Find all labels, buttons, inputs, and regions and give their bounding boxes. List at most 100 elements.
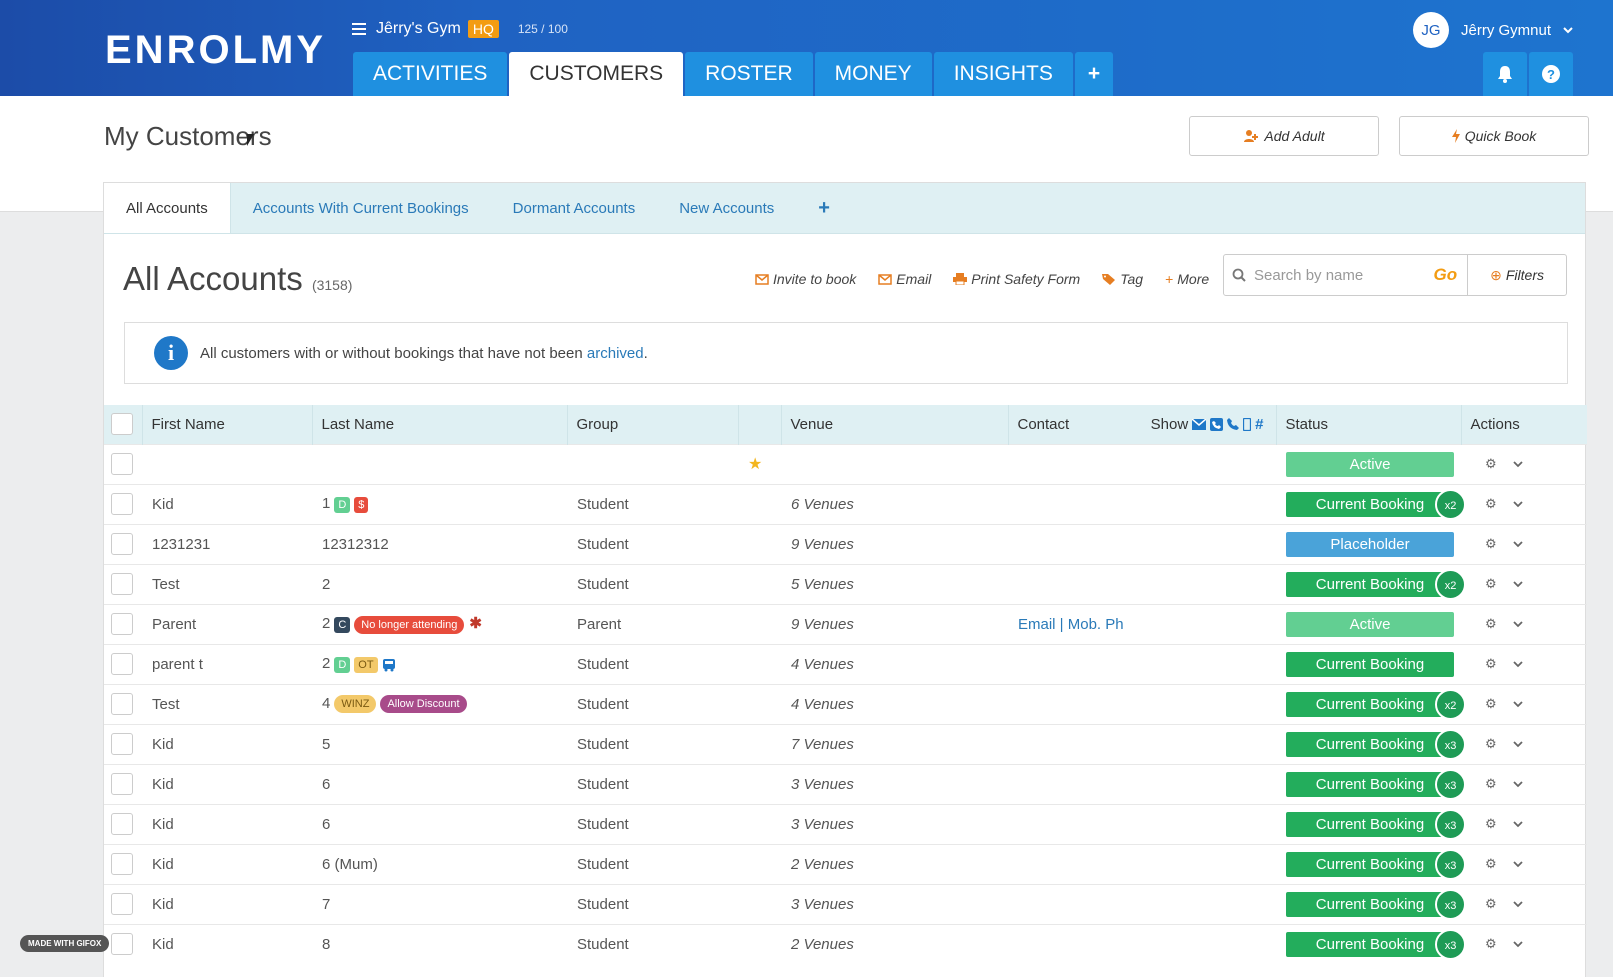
gear-icon[interactable]: ⚙ xyxy=(1485,656,1497,672)
table-row[interactable]: Kid 1 D $ Student 6 Venues Current Booking x2 ⚙ xyxy=(104,483,1587,524)
booking-count-badge[interactable]: x3 xyxy=(1435,888,1466,920)
status-badge[interactable]: Active xyxy=(1286,611,1454,637)
table-row[interactable]: Kid 8 Student 2 Venues Current Booking x3 ⚙ xyxy=(104,923,1587,964)
search-go-button[interactable]: Go xyxy=(1424,265,1468,285)
row-checkbox[interactable] xyxy=(111,853,133,875)
tag-badge-d[interactable]: D xyxy=(334,656,351,673)
chevron-down-icon[interactable] xyxy=(1513,500,1523,508)
table-row[interactable]: Test 2 Student 5 Venues Current Booking x2 ⚙ xyxy=(104,563,1587,604)
table-row[interactable]: Test 4 WINZ Allow Discount Student 4 Venues Cu… xyxy=(104,683,1587,724)
chevron-down-icon[interactable] xyxy=(1513,820,1523,828)
envelope-icon[interactable] xyxy=(1192,418,1207,430)
status-badge[interactable]: Current Booking x3 xyxy=(1286,928,1466,960)
status-badge[interactable]: Current Booking x3 xyxy=(1286,728,1466,760)
tab-all-accounts[interactable]: All Accounts xyxy=(104,183,231,233)
org-name[interactable]: Jêrry's Gym xyxy=(376,20,461,38)
first-name-cell[interactable]: Test xyxy=(142,563,312,604)
booking-count-badge[interactable]: x2 xyxy=(1435,488,1466,520)
chevron-down-icon[interactable] xyxy=(1513,780,1523,788)
status-badge[interactable]: Current Booking x3 xyxy=(1286,848,1466,880)
last-name-cell[interactable]: 6 xyxy=(312,803,567,844)
row-checkbox[interactable] xyxy=(111,533,133,555)
gear-icon[interactable]: ⚙ xyxy=(1485,616,1497,632)
last-name-cell[interactable]: 1 D $ xyxy=(312,483,567,524)
status-badge[interactable]: Current Booking x3 xyxy=(1286,808,1466,840)
booking-count-badge[interactable]: x2 xyxy=(1435,568,1466,600)
first-name-cell[interactable]: Parent xyxy=(142,603,312,644)
nav-tab-customers[interactable]: CUSTOMERS xyxy=(509,52,684,96)
status-badge[interactable]: Current Booking x2 xyxy=(1286,488,1466,520)
first-name-header[interactable]: First Name xyxy=(142,405,313,444)
menu-icon[interactable] xyxy=(352,23,366,35)
table-row[interactable]: Kid 6 (Mum) Student 2 Venues Current Booking… xyxy=(104,843,1587,884)
chevron-down-icon[interactable] xyxy=(1513,740,1523,748)
chevron-down-icon[interactable] xyxy=(1513,700,1523,708)
add-tab-button[interactable]: + xyxy=(796,183,852,233)
last-name-cell[interactable]: 2 C No longer attending ✱ xyxy=(312,603,567,644)
status-badge[interactable]: Active xyxy=(1286,451,1454,477)
tag-badge-dollar[interactable]: $ xyxy=(354,496,369,513)
tag-badge-allow-discount[interactable]: Allow Discount xyxy=(380,695,467,714)
archived-link[interactable]: archived xyxy=(587,345,644,362)
tag-badge-ot[interactable]: OT xyxy=(354,656,378,673)
last-name-cell[interactable]: 8 xyxy=(312,923,567,964)
status-badge[interactable]: Current Booking x3 xyxy=(1286,888,1466,920)
booking-count-badge[interactable]: x3 xyxy=(1435,928,1466,960)
quick-book-button[interactable]: Quick Book xyxy=(1399,116,1589,156)
last-name-cell[interactable]: 6 xyxy=(312,763,567,804)
tag-button[interactable]: Tag xyxy=(1102,271,1143,287)
gear-icon[interactable]: ⚙ xyxy=(1485,576,1497,592)
more-button[interactable]: + More xyxy=(1165,271,1209,287)
gear-icon[interactable]: ⚙ xyxy=(1485,816,1497,832)
table-row[interactable]: ★ Active ⚙ xyxy=(104,443,1587,484)
nav-tab-roster[interactable]: ROSTER xyxy=(685,52,813,96)
chevron-down-icon[interactable] xyxy=(1513,460,1523,468)
email-button[interactable]: Email xyxy=(878,271,931,287)
first-name-cell[interactable]: parent t xyxy=(142,643,312,684)
table-row[interactable]: parent t 2 D OT Student 4 Venues Current Booki… xyxy=(104,643,1587,684)
chevron-down-icon[interactable] xyxy=(1513,860,1523,868)
row-checkbox[interactable] xyxy=(111,653,133,675)
user-menu[interactable]: JG Jêrry Gymnut xyxy=(1412,12,1573,48)
status-badge[interactable]: Current Booking x3 xyxy=(1286,768,1466,800)
first-name-cell[interactable]: Kid xyxy=(142,483,312,524)
hash-icon[interactable]: # xyxy=(1255,416,1263,433)
table-row[interactable]: Kid 5 Student 7 Venues Current Booking x3 ⚙ xyxy=(104,723,1587,764)
gear-icon[interactable]: ⚙ xyxy=(1485,496,1497,512)
first-name-cell[interactable]: Kid xyxy=(142,923,312,964)
tab-new-accounts[interactable]: New Accounts xyxy=(657,183,796,233)
row-checkbox[interactable] xyxy=(111,453,133,475)
chevron-down-icon[interactable] xyxy=(1513,900,1523,908)
last-name-cell[interactable]: 12312312 xyxy=(312,523,567,564)
tab-current-bookings[interactable]: Accounts With Current Bookings xyxy=(231,183,491,233)
table-row[interactable]: Kid 6 Student 3 Venues Current Booking x3 ⚙ xyxy=(104,763,1587,804)
search-input[interactable]: Search by name xyxy=(1254,267,1424,284)
nav-tab-activities[interactable]: ACTIVITIES xyxy=(353,52,508,96)
first-name-cell[interactable]: Kid xyxy=(142,723,312,764)
contact-header-label[interactable]: Contact xyxy=(1018,416,1070,433)
contact-cell[interactable]: Email | Mob. Ph xyxy=(1008,603,1276,644)
gear-icon[interactable]: ⚙ xyxy=(1485,776,1497,792)
chevron-down-icon[interactable] xyxy=(1513,940,1523,948)
booking-count-badge[interactable]: x3 xyxy=(1435,808,1466,840)
last-name-cell[interactable] xyxy=(312,443,567,484)
user-name[interactable]: Jêrry Gymnut xyxy=(1461,22,1551,39)
last-name-cell[interactable]: 2 xyxy=(312,563,567,604)
gear-icon[interactable]: ⚙ xyxy=(1485,696,1497,712)
gear-icon[interactable]: ⚙ xyxy=(1485,856,1497,872)
booking-count-badge[interactable]: x2 xyxy=(1435,688,1466,720)
first-name-cell[interactable]: Kid xyxy=(142,803,312,844)
last-name-header[interactable]: Last Name xyxy=(312,405,568,444)
chevron-down-icon[interactable] xyxy=(1513,620,1523,628)
table-row[interactable]: 1231231 12312312 Student 9 Venues Placeholde… xyxy=(104,523,1587,564)
last-name-cell[interactable]: 6 (Mum) xyxy=(312,843,567,884)
row-checkbox[interactable] xyxy=(111,493,133,515)
first-name-cell[interactable] xyxy=(142,443,312,484)
gear-icon[interactable]: ⚙ xyxy=(1485,456,1497,472)
chevron-down-icon[interactable] xyxy=(1513,660,1523,668)
status-badge[interactable]: Current Booking x2 xyxy=(1286,568,1466,600)
row-checkbox[interactable] xyxy=(111,573,133,595)
org-switcher[interactable]: Jêrry's Gym HQ 125 / 100 xyxy=(352,20,568,38)
row-checkbox[interactable] xyxy=(111,893,133,915)
filters-button[interactable]: ⊕ Filters xyxy=(1467,255,1566,295)
